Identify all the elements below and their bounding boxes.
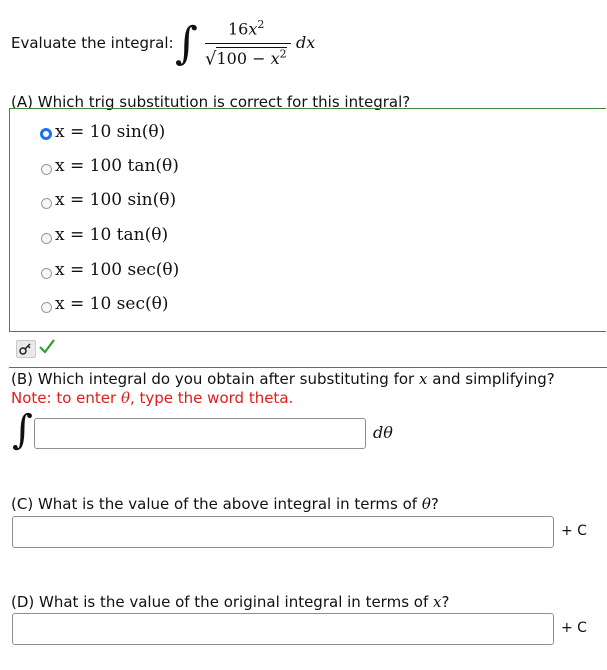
part-b-note: Note: to enter θ, type the word theta. <box>11 389 294 407</box>
part-b-answer-input[interactable] <box>34 418 366 449</box>
part-b-question: (B) Which integral do you obtain after s… <box>11 370 555 388</box>
key-icon-glyph <box>19 343 31 355</box>
radio-option-2[interactable] <box>41 164 52 175</box>
integral-sign: ∫ <box>175 18 198 69</box>
check-icon <box>38 337 56 359</box>
option-label: x = 10 tan(θ) <box>55 225 169 245</box>
radio-option-3[interactable] <box>41 198 52 209</box>
part-c-plus-c: + C <box>561 523 587 539</box>
part-c-answer-input[interactable] <box>12 516 554 548</box>
numerator: 16x2 <box>228 18 265 39</box>
option-label: x = 100 tan(θ) <box>55 156 179 176</box>
part-d-plus-c: + C <box>561 620 587 636</box>
fraction-bar <box>205 43 291 44</box>
part-c-question: (C) What is the value of the above integ… <box>11 495 439 513</box>
denominator: √100 − x2 <box>205 47 287 70</box>
radio-option-1[interactable] <box>40 128 52 140</box>
part-b-integral-sign: ∫ <box>12 407 33 453</box>
option-label: x = 10 sin(θ) <box>55 122 166 142</box>
option-label: x = 100 sin(θ) <box>55 190 177 210</box>
part-d-question: (D) What is the value of the original in… <box>11 593 450 611</box>
radio-option-5[interactable] <box>41 268 52 279</box>
integral-prompt: Evaluate the integral: <box>11 34 174 52</box>
key-icon[interactable] <box>16 340 36 358</box>
section-divider <box>9 367 607 368</box>
prompt-text: Evaluate the integral: <box>11 34 174 52</box>
differential: dx <box>296 33 316 52</box>
option-label: x = 100 sec(θ) <box>55 260 180 280</box>
part-b-differential: dθ <box>373 423 393 442</box>
radio-option-6[interactable] <box>41 302 52 313</box>
option-label: x = 10 sec(θ) <box>55 294 169 314</box>
part-d-answer-input[interactable] <box>12 613 554 645</box>
radio-option-4[interactable] <box>41 233 52 244</box>
